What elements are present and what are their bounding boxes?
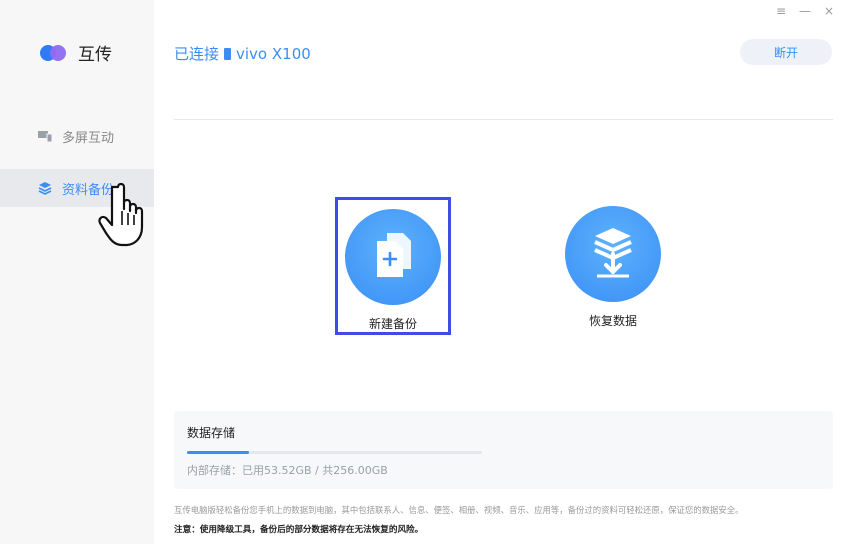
storage-panel: 数据存储 内部存储：已用53.52GB / 共256.00GB	[174, 411, 833, 489]
disconnect-button[interactable]: 断开	[740, 39, 832, 65]
app-name: 互传	[78, 45, 112, 65]
minimize-icon[interactable]: —	[798, 4, 812, 18]
hand-cursor-icon	[94, 181, 152, 253]
window-controls: ≡ — ×	[774, 4, 836, 18]
new-document-icon	[369, 229, 417, 285]
logo-icon	[40, 43, 70, 63]
sidebar-item-multiscreen[interactable]: 多屏互动	[0, 117, 154, 155]
device-name: vivo X100	[236, 44, 311, 63]
storage-progress	[187, 451, 482, 454]
layers-icon	[38, 181, 52, 195]
menu-icon[interactable]: ≡	[774, 4, 788, 18]
screens-icon	[38, 129, 53, 143]
phone-icon	[224, 47, 232, 60]
divider	[174, 119, 833, 120]
app-logo: 互传	[40, 40, 112, 65]
new-backup-label: 新建备份	[368, 317, 417, 331]
layers-download-icon	[587, 224, 639, 284]
restore-label: 恢复数据	[588, 314, 637, 328]
backup-warning: 注意：使用降级工具，备份后的部分数据将存在无法恢复的风险。	[174, 525, 424, 535]
storage-usage-text: 内部存储：已用53.52GB / 共256.00GB	[187, 464, 388, 477]
sidebar: 互传 多屏互动 资料备份	[0, 0, 154, 544]
backup-description: 互传电脑版轻松备份您手机上的数据到电脑，其中包括联系人、信息、便签、相册、视频、…	[174, 505, 744, 515]
connection-prefix: 已连接	[174, 45, 220, 63]
restore-circle	[565, 206, 661, 302]
new-backup-circle	[345, 209, 441, 305]
storage-title: 数据存储	[187, 426, 236, 440]
close-icon[interactable]: ×	[822, 4, 836, 18]
connection-status: 已连接 vivo X100	[174, 43, 311, 64]
storage-progress-fill	[187, 451, 249, 454]
new-backup-button[interactable]: 新建备份	[335, 197, 451, 335]
restore-button[interactable]: 恢复数据	[555, 197, 671, 329]
sidebar-item-label: 多屏互动	[62, 130, 115, 146]
